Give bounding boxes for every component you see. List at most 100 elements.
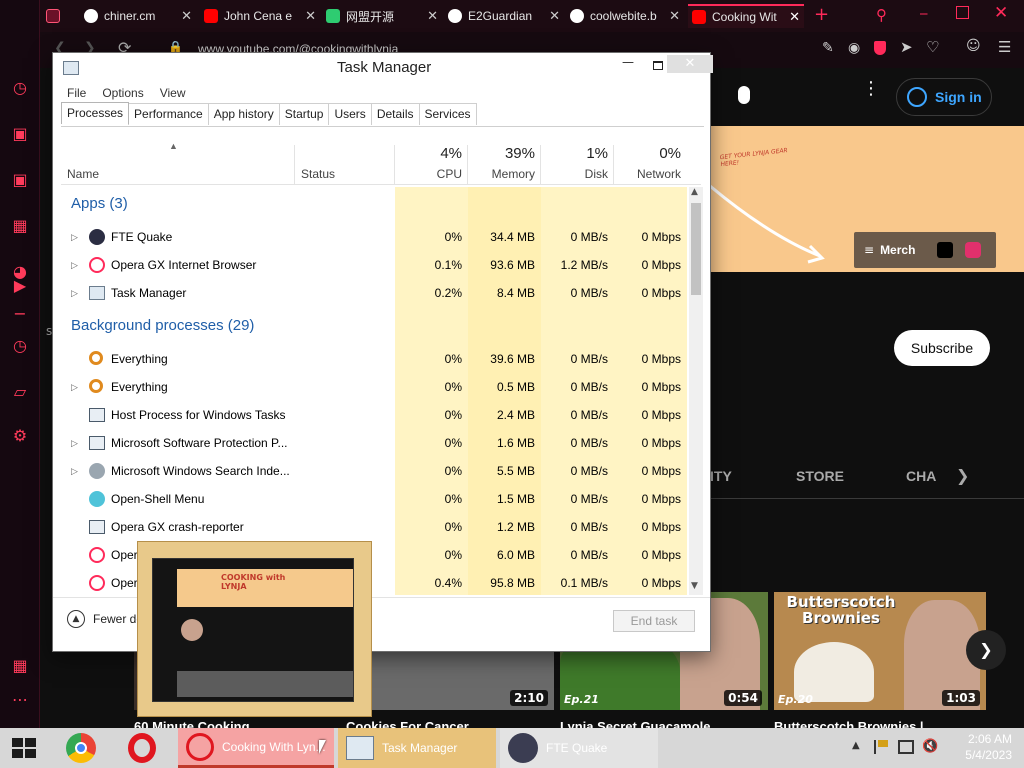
taskbar-item-fte-quake[interactable]: FTE Quake bbox=[500, 728, 658, 768]
process-row[interactable]: ▷ Microsoft Software Protection P... 0% … bbox=[61, 429, 687, 457]
browser-tab-2[interactable]: John Cena e ✕ bbox=[204, 4, 320, 28]
browser-tab-6[interactable]: Cooking Wit ✕ bbox=[688, 4, 804, 28]
more-options-icon[interactable]: ⋮ bbox=[862, 80, 880, 98]
twitch-icon[interactable]: ▣ bbox=[10, 170, 30, 190]
chrome-icon[interactable] bbox=[66, 733, 96, 763]
browser-tab-5[interactable]: coolwebite.b ✕ bbox=[570, 4, 684, 28]
settings-icon[interactable]: ⚙ bbox=[10, 426, 30, 446]
taskbar-item-task-manager[interactable]: Task Manager bbox=[338, 728, 496, 768]
column-cpu[interactable]: 4% CPU bbox=[395, 141, 468, 185]
channel-nav-tab-store[interactable]: STORE bbox=[796, 468, 844, 484]
clock-time[interactable]: 2:06 AM bbox=[952, 732, 1012, 746]
extensions-icon[interactable]: ▱ bbox=[10, 382, 30, 402]
camera-icon[interactable]: ◉ bbox=[848, 40, 860, 56]
tab-processes[interactable]: Processes bbox=[61, 102, 130, 124]
restore-icon[interactable] bbox=[956, 6, 969, 19]
history-icon[interactable]: ◷ bbox=[10, 336, 30, 356]
voice-search-icon[interactable] bbox=[738, 86, 750, 104]
menu-view[interactable]: View bbox=[160, 83, 186, 103]
task-manager-titlebar[interactable]: Task Manager — ✕ bbox=[53, 53, 713, 83]
close-button[interactable]: ✕ bbox=[667, 55, 713, 73]
channel-nav-tab-channels[interactable]: CHA bbox=[906, 468, 936, 484]
taskbar-item-cooking-with-lynja[interactable]: Cooking With Lyn... bbox=[178, 728, 334, 768]
windows-start-icon[interactable] bbox=[12, 738, 36, 758]
column-memory[interactable]: 39% Memory bbox=[468, 141, 541, 185]
process-row[interactable]: ▷ Task Manager 0.2% 8.4 MB 0 MB/s 0 Mbps bbox=[61, 279, 687, 307]
process-row[interactable]: Opera GX crash-reporter 0% 1.2 MB 0 MB/s… bbox=[61, 513, 687, 541]
merch-link[interactable]: ≡ Merch bbox=[854, 232, 996, 268]
network-icon[interactable] bbox=[898, 740, 914, 754]
sign-in-button[interactable]: Sign in bbox=[896, 78, 992, 116]
send-icon[interactable]: ➤ bbox=[900, 38, 913, 56]
menu-icon[interactable]: ☰ bbox=[998, 38, 1011, 56]
carousel-next-button[interactable]: ❯ bbox=[966, 630, 1006, 670]
expand-arrow-icon[interactable]: ▷ bbox=[71, 373, 78, 401]
minimize-icon[interactable]: ⎯ bbox=[920, 4, 928, 22]
close-icon[interactable]: ✕ bbox=[789, 9, 800, 25]
tab-performance[interactable]: Performance bbox=[128, 103, 209, 125]
tab-users[interactable]: Users bbox=[328, 103, 372, 125]
browser-tab-0[interactable] bbox=[46, 4, 78, 28]
process-row[interactable]: ▷ FTE Quake 0% 34.4 MB 0 MB/s 0 Mbps bbox=[61, 223, 687, 251]
adblock-shield-icon[interactable] bbox=[874, 41, 886, 55]
end-task-button[interactable]: End task bbox=[613, 610, 695, 632]
snapshot-edit-icon[interactable]: ✎ bbox=[822, 40, 834, 56]
tiktok-icon[interactable] bbox=[937, 242, 954, 258]
expand-arrow-icon[interactable]: ▷ bbox=[71, 279, 78, 307]
close-icon[interactable]: ✕ bbox=[549, 8, 560, 24]
column-name[interactable]: Name bbox=[67, 167, 99, 181]
heart-icon[interactable]: ♡ bbox=[926, 38, 939, 56]
close-icon[interactable]: ✕ bbox=[181, 8, 192, 24]
process-row[interactable]: Host Process for Windows Tasks 0% 2.4 MB… bbox=[61, 401, 687, 429]
process-row[interactable]: ▷ Everything 0% 0.5 MB 0 MB/s 0 Mbps bbox=[61, 373, 687, 401]
clock-date[interactable]: 5/4/2023 bbox=[952, 748, 1012, 762]
tab-app-history[interactable]: App history bbox=[207, 103, 280, 125]
window-close-icon[interactable]: ✕ bbox=[994, 3, 1008, 23]
subscribe-button[interactable]: Subscribe bbox=[894, 330, 990, 366]
process-row[interactable]: ▷ Opera GX Internet Browser 0.1% 93.6 MB… bbox=[61, 251, 687, 279]
video-thumbnail[interactable]: 2:10 bbox=[346, 650, 554, 710]
process-row[interactable]: Open-Shell Menu 0% 1.5 MB 0 MB/s 0 Mbps bbox=[61, 485, 687, 513]
close-icon[interactable]: ✕ bbox=[669, 8, 680, 24]
minus-icon[interactable]: − bbox=[10, 304, 30, 324]
instagram-icon[interactable] bbox=[965, 242, 982, 258]
vertical-scrollbar[interactable]: ▲ ▼ bbox=[689, 187, 703, 595]
column-network[interactable]: 0% Network bbox=[614, 141, 687, 185]
player-icon[interactable]: ▶ bbox=[10, 276, 30, 296]
expand-arrow-icon[interactable]: ▷ bbox=[71, 457, 78, 485]
menu-options[interactable]: Options bbox=[102, 83, 143, 103]
expand-arrow-icon[interactable]: ▷ bbox=[71, 251, 78, 279]
chevron-right-icon[interactable]: ❯ bbox=[956, 466, 969, 485]
fewer-details-button[interactable]: ▲ Fewer de bbox=[67, 610, 143, 628]
browser-tab-1[interactable]: chiner.cm ✕ bbox=[84, 4, 196, 28]
minimize-button[interactable]: — bbox=[613, 55, 643, 77]
new-tab-button[interactable]: + bbox=[814, 4, 829, 25]
scroll-down-icon[interactable]: ▼ bbox=[691, 581, 698, 591]
video-title[interactable]: Cookies For Cancer bbox=[346, 718, 469, 728]
taskbar-thumbnail-preview[interactable]: × COOKING with LYNJA bbox=[137, 541, 372, 717]
expand-arrow-icon[interactable]: ▷ bbox=[71, 223, 78, 251]
browser-tab-4[interactable]: E2Guardian ✕ bbox=[448, 4, 564, 28]
scrollbar-thumb[interactable] bbox=[691, 203, 701, 295]
close-icon[interactable]: ✕ bbox=[305, 8, 316, 24]
search-icon[interactable]: ⚲ bbox=[876, 6, 887, 24]
menu-file[interactable]: File bbox=[67, 83, 86, 103]
group-header-background[interactable]: Background processes (29) bbox=[71, 317, 254, 334]
tab-services[interactable]: Services bbox=[418, 103, 477, 125]
gx-corner-icon[interactable]: ▣ bbox=[10, 124, 30, 144]
column-status[interactable]: Status bbox=[301, 167, 335, 181]
browser-tab-3[interactable]: 网盟开源 ✕ bbox=[326, 4, 442, 28]
opera-icon[interactable] bbox=[128, 733, 156, 763]
close-icon[interactable]: ✕ bbox=[427, 8, 438, 24]
wallpaper-icon[interactable]: ▦ bbox=[10, 656, 30, 676]
process-row[interactable]: ▷ Microsoft Windows Search Inde... 0% 5.… bbox=[61, 457, 687, 485]
process-row[interactable]: Everything 0% 39.6 MB 0 MB/s 0 Mbps bbox=[61, 345, 687, 373]
video-thumbnail[interactable]: Butterscotch Brownies Ep.20 1:03 bbox=[774, 592, 986, 710]
gx-control-icon[interactable]: ◷ bbox=[10, 78, 30, 98]
hardware-icon[interactable]: ▦ bbox=[10, 216, 30, 236]
action-center-flag-icon[interactable] bbox=[874, 740, 888, 754]
more-icon[interactable]: ⋯ bbox=[10, 690, 30, 710]
volume-muted-icon[interactable]: 🔇 bbox=[922, 739, 938, 754]
tab-startup[interactable]: Startup bbox=[278, 103, 330, 125]
video-title[interactable]: Lynja Secret Guacamole bbox=[560, 718, 711, 728]
